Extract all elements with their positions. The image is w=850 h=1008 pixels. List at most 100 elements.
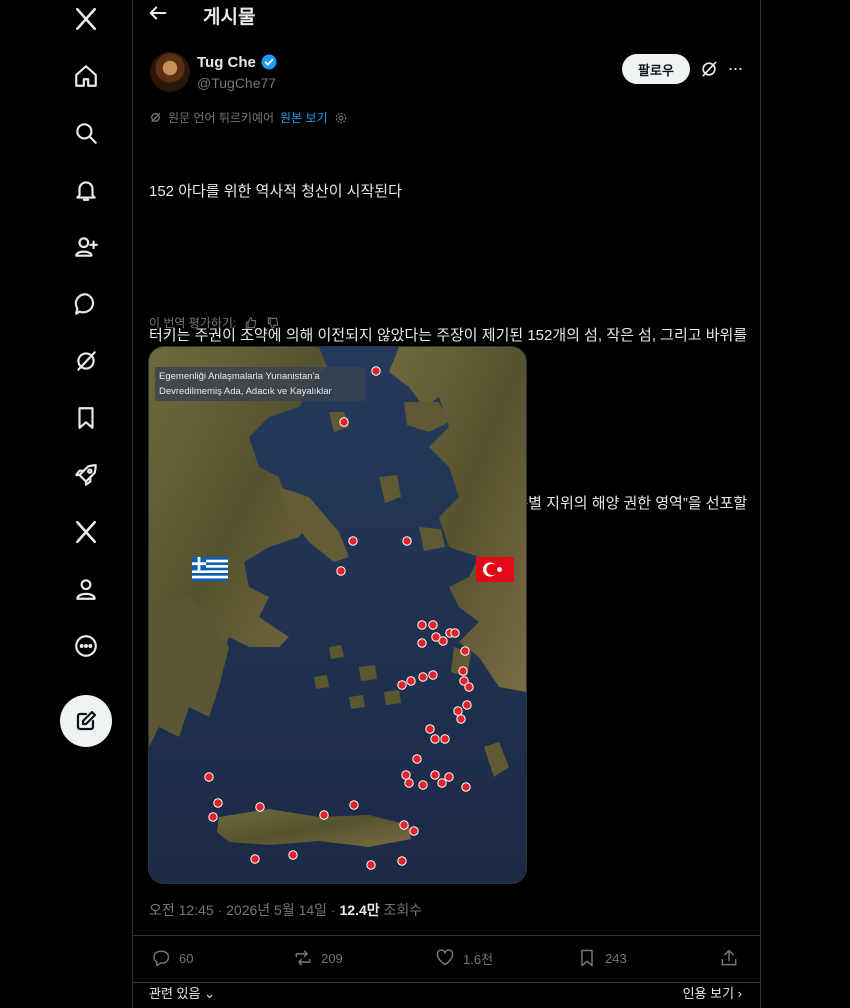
tweet-line-1: 152 아다를 위한 역사적 청산이 시작된다 [149, 183, 402, 200]
like-button[interactable]: 1.6천 [435, 948, 493, 968]
related-dropdown[interactable]: 관련 있음 ⌄ [149, 983, 215, 1002]
map-caption-line-1: Egemenliği Anlaşmalarla Yunanistan'a [159, 371, 320, 382]
island-marker [450, 628, 460, 638]
follow-button[interactable]: 팔로우 [622, 54, 690, 84]
bell-icon[interactable] [71, 175, 101, 205]
island-marker [401, 770, 411, 780]
island-marker [204, 772, 214, 782]
thumbs-down-icon[interactable] [266, 316, 280, 330]
chevron-down-icon: ⌄ [200, 986, 215, 1001]
message-icon[interactable] [71, 289, 101, 319]
island-marker [213, 798, 223, 808]
island-marker [461, 782, 471, 792]
translation-source: 원문 언어 튀르키예어 [168, 111, 275, 125]
repost-button[interactable]: 209 [293, 948, 343, 968]
author-handle[interactable]: @TugChe77 [197, 75, 276, 91]
rate-label: 이 번역 평가하기: [149, 316, 237, 330]
like-count: 1.6천 [463, 951, 494, 967]
bookmark-button[interactable]: 243 [577, 948, 627, 968]
bookmark-icon [581, 949, 593, 967]
island-marker [406, 676, 416, 686]
home-icon[interactable] [71, 61, 101, 91]
page-header: 게시물 [133, 0, 760, 32]
rocket-icon[interactable] [71, 460, 101, 490]
settings-gear-icon[interactable] [334, 111, 348, 125]
author-name[interactable]: Tug Che [197, 54, 256, 71]
bookmark-icon[interactable] [71, 403, 101, 433]
show-original-link[interactable]: 원본 보기 [280, 109, 328, 126]
island-marker [438, 636, 448, 646]
island-marker [462, 700, 472, 710]
map-image[interactable]: Egemenliği Anlaşmalarla Yunanistan'a Dev… [148, 346, 527, 884]
x-premium-icon[interactable] [71, 517, 101, 547]
island-marker [440, 734, 450, 744]
compose-icon [76, 710, 97, 731]
island-marker [428, 670, 438, 680]
island-marker [397, 856, 407, 866]
x-logo-icon[interactable] [71, 4, 101, 34]
greece-flag-icon [192, 557, 228, 581]
island-marker [409, 826, 419, 836]
island-marker [404, 778, 414, 788]
right-column [761, 0, 850, 1008]
grok-icon[interactable] [71, 346, 101, 376]
repost-icon [295, 950, 311, 966]
compose-button[interactable] [60, 695, 112, 747]
island-marker [366, 860, 376, 870]
island-marker [428, 620, 438, 630]
island-marker [458, 666, 468, 676]
island-marker [425, 724, 435, 734]
view-label: 조회수 [379, 902, 423, 918]
island-marker [250, 854, 260, 864]
post-timestamp: 오전 12:45 · 2026년 5월 14일 · 12.4만 조회수 [149, 900, 422, 920]
island-marker [397, 680, 407, 690]
view-count: 12.4만 [339, 902, 380, 918]
search-icon[interactable] [71, 118, 101, 148]
thumbs-up-icon[interactable] [244, 316, 258, 330]
main-column: 게시물 Tug Che @TugChe77 팔로우 ··· 원문 언어 튀르키예… [133, 0, 761, 1008]
author-name-row[interactable]: Tug Che [197, 53, 278, 71]
post-time: 오전 12:45 · 2026년 5월 14일 · [149, 902, 340, 918]
island-marker [456, 714, 466, 724]
island-marker [336, 566, 346, 576]
island-marker [417, 620, 427, 630]
heart-icon [436, 949, 454, 966]
island-marker [417, 638, 427, 648]
view-quotes-link[interactable]: 인용 보기 › [683, 983, 742, 1002]
island-marker [418, 780, 428, 790]
grok-small-icon [151, 112, 161, 123]
island-marker [319, 810, 329, 820]
page-title: 게시물 [203, 7, 256, 28]
back-arrow-icon[interactable] [147, 2, 171, 26]
island-marker [339, 417, 349, 427]
island-marker [453, 706, 463, 716]
island-marker [208, 812, 218, 822]
quotes-label: 인용 보기 [682, 986, 735, 1001]
aegean-map: Egemenliği Anlaşmalarla Yunanistan'a Dev… [149, 347, 526, 883]
rate-translation: 이 번역 평가하기: [149, 314, 280, 331]
island-marker [412, 754, 422, 764]
turkey-flag-icon [476, 557, 514, 582]
action-bar: 60 209 1.6천 243 [133, 935, 760, 983]
island-marker [371, 366, 381, 376]
island-marker [349, 800, 359, 810]
share-button[interactable] [719, 948, 739, 968]
share-icon [721, 949, 737, 966]
island-marker [460, 646, 470, 656]
more-options-icon[interactable]: ··· [725, 58, 745, 78]
more-circle-icon[interactable] [71, 631, 101, 661]
grok-explain-icon[interactable] [699, 59, 719, 79]
map-caption-line-2: Devredilmemiş Ada, Adacık ve Kayalıklar [159, 386, 332, 397]
profile-icon[interactable] [71, 574, 101, 604]
people-icon[interactable] [71, 232, 101, 262]
island-marker [430, 734, 440, 744]
avatar[interactable] [150, 52, 190, 92]
island-marker [402, 536, 412, 546]
island-marker [399, 820, 409, 830]
verified-badge-icon [261, 54, 277, 70]
island-marker [418, 672, 428, 682]
chevron-right-icon: › [734, 986, 742, 1001]
reply-button[interactable]: 60 [151, 948, 193, 968]
island-marker [255, 802, 265, 812]
island-marker [464, 682, 474, 692]
